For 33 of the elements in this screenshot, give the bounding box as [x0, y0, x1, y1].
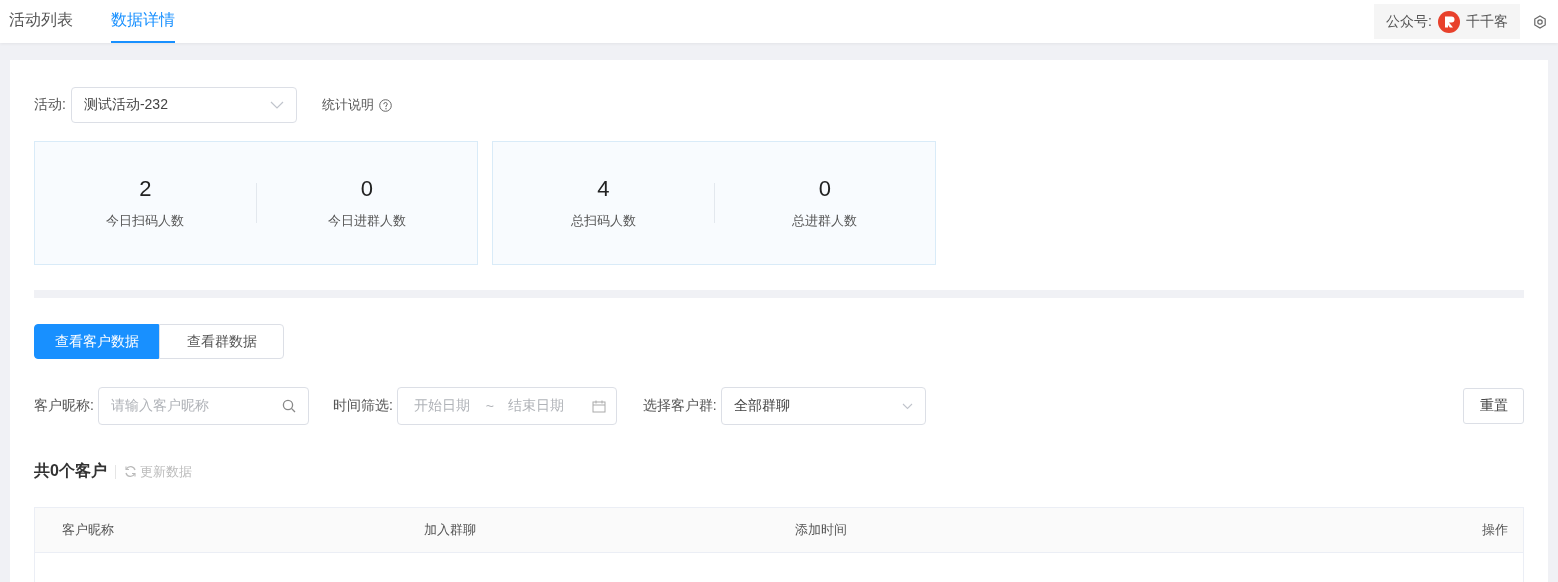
group-select[interactable]: 全部群聊 — [720, 387, 926, 425]
column-header: 客户昵称 — [62, 521, 115, 539]
view-tab[interactable]: 查看群数据 — [159, 324, 284, 359]
settings-icon[interactable] — [1533, 14, 1547, 29]
help-icon — [378, 98, 392, 112]
stat-label: 今日扫码人数 — [106, 212, 185, 230]
nav-tab[interactable]: 活动列表 — [9, 0, 73, 43]
field-label: 活动: — [34, 96, 66, 114]
calendar-icon — [591, 399, 606, 413]
column-header: 添加时间 — [795, 521, 848, 539]
stat-value: 2 — [139, 176, 152, 202]
stat-label: 总扫码人数 — [570, 212, 636, 230]
account-label: 公众号: — [1386, 12, 1432, 31]
column-header: 加入群聊 — [424, 521, 477, 539]
stat-value: 0 — [360, 176, 373, 202]
refresh-icon — [123, 465, 137, 478]
stat-label: 总进群人数 — [792, 212, 858, 230]
search-icon — [281, 399, 296, 413]
chevron-down-icon — [269, 101, 284, 109]
reset-button[interactable]: 重置 — [1463, 388, 1524, 424]
field-label: 时间筛选: — [332, 397, 393, 415]
customer-count: 共0个客户 — [34, 461, 107, 481]
activity-select[interactable]: 测试活动-232 — [70, 87, 297, 123]
stat-value: 4 — [597, 176, 610, 202]
account-name: 千千客 — [1466, 12, 1508, 31]
stat-value: 0 — [818, 176, 831, 202]
field-label: 客户昵称: — [34, 397, 94, 415]
logo-icon — [1438, 10, 1460, 33]
field-label: 选择客户群: — [642, 397, 717, 415]
chevron-down-icon — [901, 402, 913, 410]
stat-label: 今日进群人数 — [327, 212, 406, 230]
column-header: 操作 — [1482, 521, 1508, 539]
help-link[interactable]: 统计说明 — [321, 96, 374, 114]
